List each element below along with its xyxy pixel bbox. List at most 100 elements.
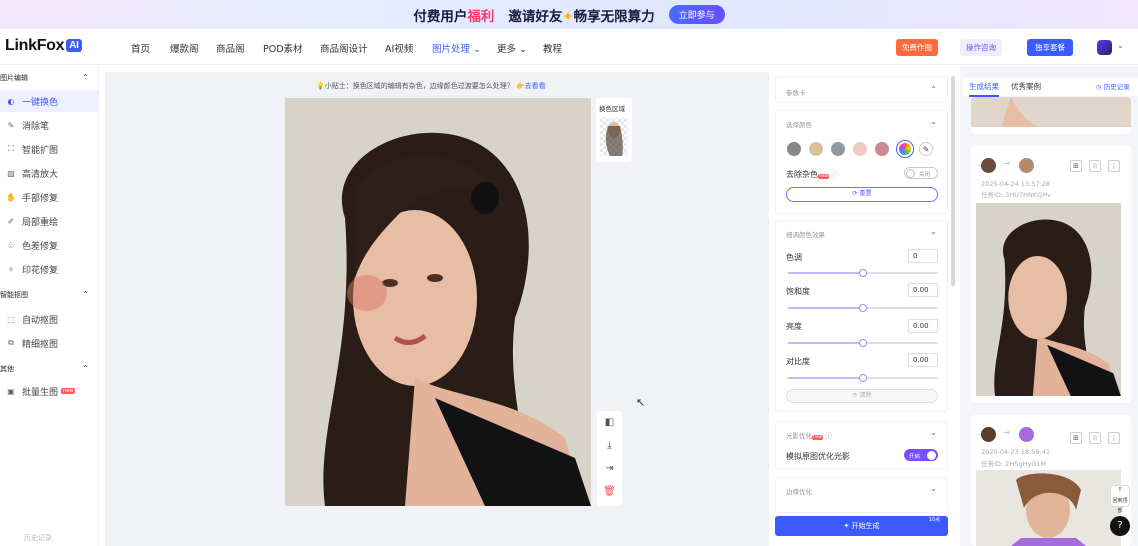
avatar[interactable]: [1097, 40, 1112, 55]
saturation-slider[interactable]: [788, 304, 938, 312]
nav-item-design[interactable]: 商品阁设计: [320, 41, 368, 55]
sidebar-group-other[interactable]: 其他 ⌃: [0, 364, 99, 374]
compare-icon[interactable]: ⊞: [1070, 160, 1082, 172]
color-swatch[interactable]: [831, 142, 845, 156]
eraser-icon: ✎: [7, 120, 15, 130]
consult-button[interactable]: 操作咨询: [960, 39, 1002, 56]
brightness-slider[interactable]: [788, 339, 938, 347]
crop-icon[interactable]: ⇥: [597, 463, 622, 474]
tab-results[interactable]: 生成结果: [969, 81, 999, 97]
chevron-down-icon: ⌄: [519, 44, 528, 55]
sidebar-group-edit[interactable]: 图片编辑 ⌃: [0, 73, 99, 83]
result-card[interactable]: → ⊞ ☆ ⋮ 2025-04-23 18:59:41 任务ID: 2HSgHy…: [971, 415, 1131, 546]
cutout-icon: ⬚: [7, 314, 15, 324]
compare-icon[interactable]: ⊞: [1070, 432, 1082, 444]
hue-slider[interactable]: [788, 269, 938, 277]
optimize-toggle[interactable]: 开启: [904, 449, 938, 461]
tab-showcase[interactable]: 优秀案例: [1011, 81, 1041, 92]
chevron-up-icon[interactable]: ⌃: [930, 85, 937, 94]
nav-item-more[interactable]: 更多 ⌄: [497, 41, 527, 55]
free-draw-button[interactable]: 免费作图: [896, 39, 938, 56]
promo-banner[interactable]: 付费用户福利 邀请好友✦畅享无限算力 立即参与: [0, 0, 1138, 29]
chevron-down-icon[interactable]: ⌄: [930, 428, 937, 437]
top-nav: LinkFox AI 首页 爆款阁 商品阁 POD素材 商品阁设计 AI视频 图片…: [0, 29, 1138, 65]
back-to-top-button[interactable]: ⤒ 回到顶部: [1110, 485, 1130, 514]
compare-icon[interactable]: ◧: [597, 417, 622, 428]
sidebar-item-redraw[interactable]: ✐ 局部重绘: [0, 210, 99, 232]
mask-thumbnail[interactable]: [600, 118, 628, 156]
remove-noise-toggle[interactable]: 关闭: [904, 167, 938, 179]
hand-icon: ✋: [6, 192, 16, 202]
sidebar-item-upscale[interactable]: ▧ 高清放大: [0, 162, 99, 184]
source-thumb: [981, 158, 996, 173]
sidebar-item-print-fix[interactable]: ✧ 印花修复: [0, 258, 99, 280]
color-swatch[interactable]: [809, 142, 823, 156]
info-icon[interactable]: ⓘ: [832, 172, 838, 179]
banner-cta-button[interactable]: 立即参与: [668, 5, 725, 24]
chevron-down-icon[interactable]: ⌄: [930, 227, 937, 236]
main-photo[interactable]: [285, 98, 591, 506]
eyedropper-icon[interactable]: ✎: [919, 142, 933, 156]
color-swatch[interactable]: [875, 142, 889, 156]
tip-link[interactable]: 去看看: [525, 82, 546, 90]
sidebar-group-cutout[interactable]: 智能抠图 ⌃: [0, 290, 99, 300]
star-icon[interactable]: ☆: [1089, 432, 1101, 444]
more-icon[interactable]: ⋮: [1108, 432, 1120, 444]
nav-item-hot[interactable]: 爆款阁: [170, 41, 199, 55]
settings-scrollbar[interactable]: [951, 76, 955, 286]
nav-item-products[interactable]: 商品阁: [216, 41, 245, 55]
panel-params: 参数卡 ⌃: [775, 76, 948, 103]
chevron-down-icon[interactable]: ⌄: [1117, 41, 1124, 50]
result-image[interactable]: [971, 97, 1131, 127]
nav-item-video[interactable]: AI视频: [385, 41, 413, 55]
color-swatch[interactable]: [853, 142, 867, 156]
nav-item-tutorial[interactable]: 教程: [543, 41, 562, 55]
nav-item-pod[interactable]: POD素材: [263, 41, 303, 55]
saturation-input[interactable]: 0.00: [908, 283, 938, 297]
download-icon[interactable]: ⤓: [597, 440, 622, 451]
color-wheel-icon[interactable]: [897, 141, 913, 157]
hue-input[interactable]: 0: [908, 249, 938, 263]
info-icon[interactable]: ⓘ: [825, 432, 832, 440]
sidebar-item-auto-cutout[interactable]: ⬚ 自动抠图: [0, 308, 99, 330]
slider-label-contrast: 对比度: [786, 357, 810, 366]
nav-item-image[interactable]: 图片处理 ⌄: [432, 41, 481, 55]
target-color-chip: [1019, 427, 1034, 442]
package-button[interactable]: 独享套餐: [1027, 39, 1073, 56]
slider-label-brightness: 亮度: [786, 322, 802, 331]
slider-label-saturation: 饱和度: [786, 287, 810, 296]
sidebar-item-fine-cutout[interactable]: ⧉ 精细抠图: [0, 332, 99, 354]
clear-button[interactable]: ⟳ 清除: [786, 389, 938, 403]
sidebar-item-recolor[interactable]: ◐ 一键换色: [0, 90, 99, 112]
result-card[interactable]: → ⊞ ☆ ⋮ 2025-04-24 13:57:28 任务ID: 3HU7HN…: [971, 145, 1131, 403]
logo[interactable]: LinkFox AI: [5, 37, 82, 55]
delete-icon[interactable]: 🗑: [597, 486, 622, 497]
star-icon[interactable]: ☆: [1089, 160, 1101, 172]
batch-icon: ▣: [7, 386, 15, 396]
sidebar-item-hand[interactable]: ✋ 手部修复: [0, 186, 99, 208]
nav-item-home[interactable]: 首页: [131, 41, 150, 55]
color-swatch[interactable]: [787, 142, 801, 156]
chevron-down-icon[interactable]: ⌄: [930, 117, 937, 126]
history-link[interactable]: ◷ 历史记录: [1096, 81, 1130, 91]
more-icon[interactable]: ⋮: [1108, 160, 1120, 172]
chevron-down-icon[interactable]: ⌄: [930, 484, 937, 493]
contrast-slider[interactable]: [788, 374, 938, 382]
banner-part1: 付费用户福利: [413, 8, 495, 25]
sidebar-item-expand[interactable]: ⛶ 智能扩图: [0, 138, 99, 160]
sidebar-item-batch[interactable]: ▣ 批量生图 new: [0, 380, 99, 402]
upscale-icon: ▧: [7, 168, 15, 178]
panel-optimize: 光影优化new ⓘ ⌄ 模拟原图优化光影 开启: [775, 421, 948, 469]
reset-button[interactable]: ⟳ 重置: [786, 187, 938, 202]
brightness-input[interactable]: 0.00: [908, 319, 938, 333]
result-card-partial[interactable]: [971, 97, 1131, 134]
result-image[interactable]: [976, 470, 1121, 546]
result-image[interactable]: [976, 203, 1121, 396]
generate-button[interactable]: ✦ 开始生成 10点: [775, 516, 948, 536]
sidebar-item-eraser[interactable]: ✎ 消除笔: [0, 114, 99, 136]
help-button[interactable]: ?: [1110, 516, 1130, 536]
arrow-up-icon: ⤒: [1118, 487, 1122, 494]
contrast-input[interactable]: 0.00: [908, 353, 938, 367]
sidebar-footer[interactable]: 历史记录: [24, 533, 52, 543]
sidebar-item-color-fix[interactable]: ♧ 色差修复: [0, 234, 99, 256]
